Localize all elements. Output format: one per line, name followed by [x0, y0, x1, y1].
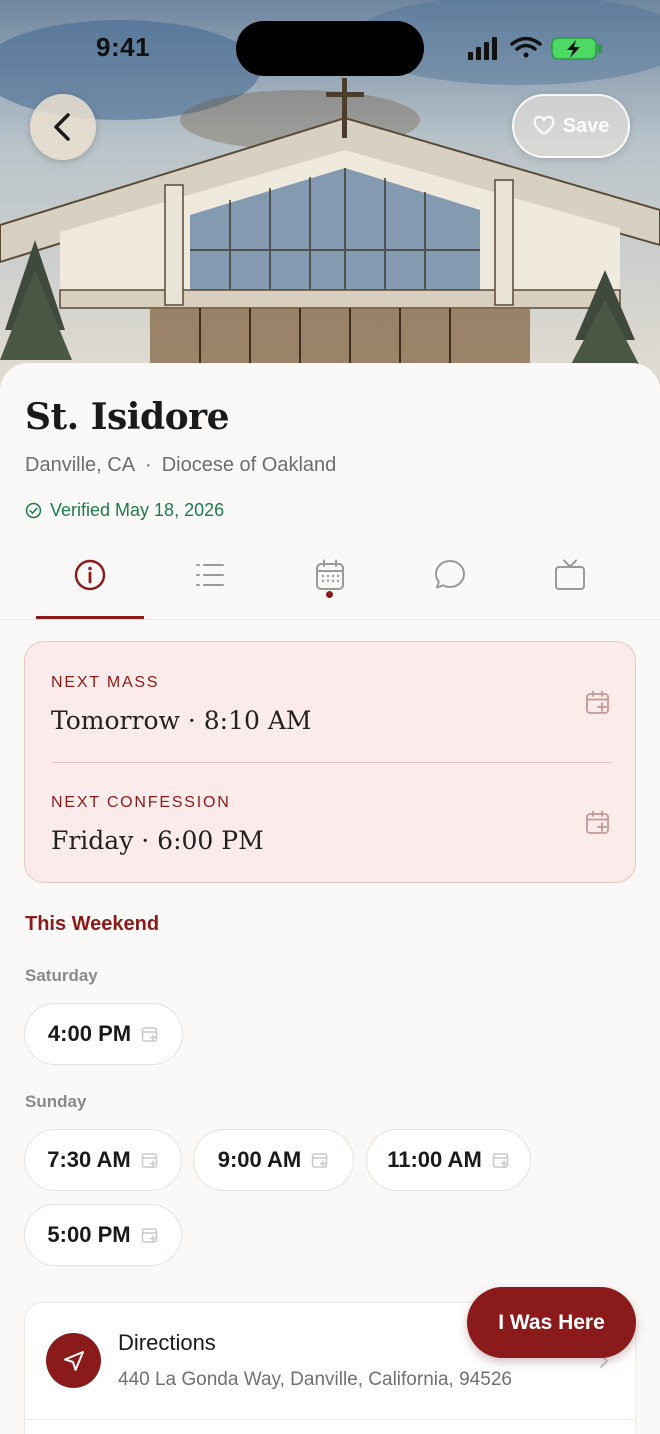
calendar-plus-icon	[141, 1228, 157, 1243]
i-was-here-button[interactable]: I Was Here	[467, 1287, 636, 1358]
mass-time-chip[interactable]: 7:30 AM	[24, 1129, 182, 1191]
save-button[interactable]: Save	[512, 94, 630, 158]
status-bar-time: 9:41	[96, 32, 151, 62]
mass-time: 9:00 AM	[217, 1147, 302, 1172]
church-name: St. Isidore	[25, 396, 230, 438]
add-to-calendar-icon[interactable]	[585, 810, 611, 836]
status-bar-icons	[468, 36, 602, 60]
battery-charging-icon	[551, 37, 602, 60]
next-events-card: NEXT MASS Tomorrow · 8:10 AM NEXT CONFES…	[24, 641, 636, 883]
dynamic-island	[236, 21, 424, 76]
mass-time-chip[interactable]: 9:00 AM	[193, 1129, 354, 1191]
mass-time: 11:00 AM	[387, 1147, 482, 1172]
next-mass-value: Tomorrow · 8:10 AM	[51, 706, 312, 735]
check-circle-icon	[25, 502, 42, 519]
directions-title: Directions	[118, 1330, 216, 1355]
tabs-divider	[0, 619, 660, 620]
calendar-plus-icon	[141, 1153, 158, 1168]
saturday-label: Saturday	[25, 966, 98, 985]
mass-time: 4:00 PM	[47, 1021, 132, 1046]
tab-chat[interactable]	[390, 548, 510, 620]
mass-time: 5:00 PM	[47, 1222, 131, 1247]
verified-badge: Verified May 18, 2026	[25, 500, 224, 521]
sunday-label: Sunday	[25, 1092, 87, 1111]
next-card-divider	[51, 762, 611, 763]
tab-livestream[interactable]	[510, 548, 630, 620]
calendar-icon	[316, 559, 344, 590]
mass-time-chip[interactable]: 11:00 AM	[366, 1129, 531, 1191]
church-subtitle: Danville, CA · Diocese of Oakland	[25, 454, 336, 477]
add-to-calendar-icon[interactable]	[585, 690, 611, 716]
navigation-arrow-icon	[63, 1350, 84, 1371]
mass-time: 7:30 AM	[47, 1147, 131, 1172]
chevron-left-icon	[54, 113, 70, 141]
calendar-plus-icon	[492, 1153, 509, 1168]
calendar-plus-icon	[312, 1153, 328, 1168]
detail-sheet	[0, 363, 660, 1434]
next-mass-label: NEXT MASS	[51, 674, 160, 691]
verified-text: Verified May 18, 2026	[50, 500, 225, 520]
subtitle-separator: ·	[145, 454, 152, 476]
church-diocese: Diocese of Oakland	[161, 454, 337, 476]
tv-icon	[555, 559, 585, 590]
directions-divider	[25, 1419, 635, 1420]
detail-tabs	[30, 548, 630, 620]
save-label: Save	[562, 114, 610, 137]
list-icon	[196, 564, 224, 586]
navigation-icon-badge	[46, 1333, 101, 1388]
calendar-plus-icon	[141, 1027, 158, 1042]
calendar-tab-badge	[326, 591, 333, 598]
wifi-icon	[510, 36, 542, 58]
back-button[interactable]	[30, 94, 96, 160]
tab-info[interactable]	[30, 548, 150, 620]
next-confession-value: Friday · 6:00 PM	[51, 826, 264, 855]
heart-icon	[533, 115, 554, 136]
chat-bubble-icon	[435, 560, 465, 589]
mass-time-chip[interactable]: 4:00 PM	[24, 1003, 183, 1065]
tab-calendar[interactable]	[270, 548, 390, 620]
mass-time-chip[interactable]: 5:00 PM	[24, 1204, 182, 1266]
this-weekend-heading: This Weekend	[25, 913, 160, 935]
church-location: Danville, CA	[25, 454, 136, 476]
next-confession-label: NEXT CONFESSION	[51, 794, 231, 811]
tab-schedule-list[interactable]	[150, 548, 270, 620]
info-icon	[74, 559, 106, 591]
cellular-signal-icon	[468, 37, 497, 60]
church-address: 440 La Gonda Way, Danville, California, …	[118, 1369, 512, 1390]
